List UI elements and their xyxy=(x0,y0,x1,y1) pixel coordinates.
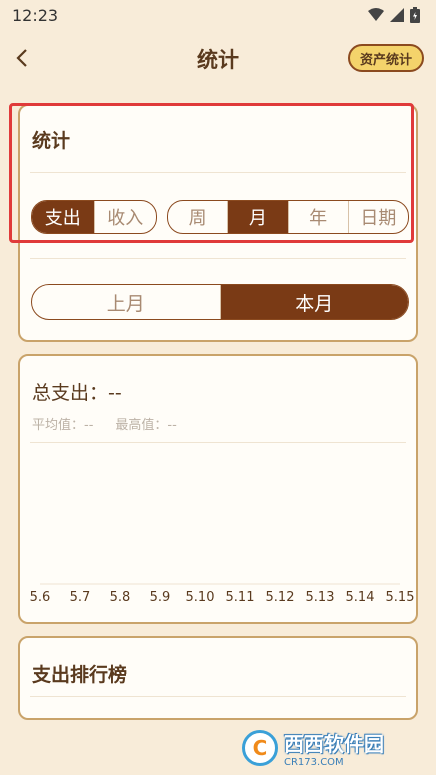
x-tick-label: 5.9 xyxy=(150,590,171,605)
divider xyxy=(30,172,406,173)
x-tick-label: 5.15 xyxy=(386,590,415,605)
status-icons xyxy=(368,7,420,23)
tab-week[interactable]: 周 xyxy=(168,201,229,233)
asset-stats-button[interactable]: 资产统计 xyxy=(347,44,424,72)
divider xyxy=(30,696,406,697)
signal-icon xyxy=(390,8,404,22)
x-tick-label: 5.8 xyxy=(110,590,131,605)
tab-date[interactable]: 日期 xyxy=(349,201,408,233)
month-segment: 上月 本月 xyxy=(31,284,409,320)
header: 统计 资产统计 xyxy=(0,30,436,86)
type-segment: 支出 收入 xyxy=(31,200,157,234)
wifi-icon xyxy=(368,8,384,21)
x-tick-label: 5.14 xyxy=(346,590,375,605)
tab-year[interactable]: 年 xyxy=(289,201,349,233)
line-chart: 5.6 5.7 5.8 5.9 5.10 5.11 5.12 5.13 5.14 5.15 xyxy=(30,583,415,605)
stats-card-title: 统计 xyxy=(32,130,71,152)
x-tick-label: 5.7 xyxy=(70,590,91,605)
x-tick-label: 5.12 xyxy=(266,590,295,605)
x-tick-label: 5.10 xyxy=(186,590,215,605)
stats-filter-card: 统计 支出 收入 周 月 年 日期 上月 本月 xyxy=(18,104,418,342)
ranking-card: 支出排行榜 xyxy=(18,636,418,720)
watermark-url: CR173.COM xyxy=(284,757,344,768)
watermark-text: 西西软件园 xyxy=(284,732,384,756)
divider xyxy=(30,258,406,259)
tab-this-month[interactable]: 本月 xyxy=(220,285,408,319)
status-bar: 12:23 xyxy=(0,0,436,30)
watermark: C 西西软件园 CR173.COM xyxy=(242,728,422,768)
watermark-logo-icon: C xyxy=(242,730,278,766)
tab-expense[interactable]: 支出 xyxy=(32,201,95,233)
battery-icon xyxy=(410,7,420,23)
x-tick-label: 5.13 xyxy=(306,590,335,605)
tab-income[interactable]: 收入 xyxy=(95,201,157,233)
ranking-title: 支出排行榜 xyxy=(32,664,128,686)
period-segment: 周 月 年 日期 xyxy=(167,200,409,234)
tab-month[interactable]: 月 xyxy=(228,201,289,233)
status-time: 12:23 xyxy=(12,5,59,25)
x-tick-label: 5.6 xyxy=(30,590,51,605)
chart-card: 总支出：-- 平均值：-- 最高值：-- 5.6 5.7 5.8 5.9 5.10 5.1… xyxy=(18,354,418,624)
tab-last-month[interactable]: 上月 xyxy=(32,285,221,319)
x-tick-label: 5.11 xyxy=(226,590,255,605)
